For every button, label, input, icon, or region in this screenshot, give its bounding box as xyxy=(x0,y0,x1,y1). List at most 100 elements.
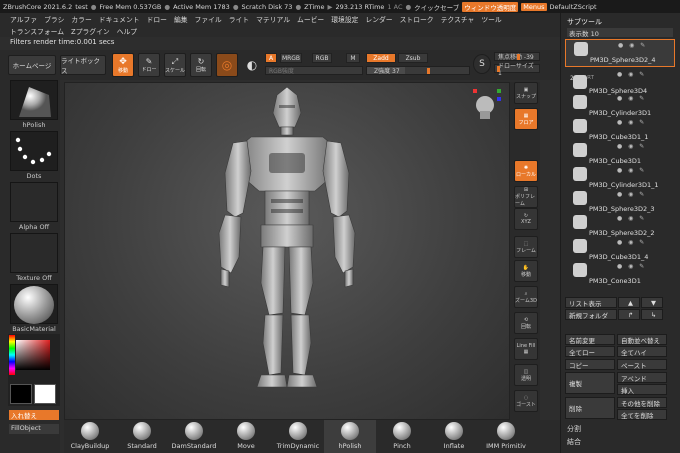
delete-all-button[interactable]: 全てを削除 xyxy=(617,409,667,420)
a-toggle[interactable]: A xyxy=(265,53,277,63)
split-section[interactable]: 分割 xyxy=(567,424,581,434)
merge-section[interactable]: 結合 xyxy=(567,437,581,447)
local-button[interactable]: ✺ ローカル xyxy=(514,160,538,182)
menu-color[interactable]: カラー xyxy=(71,14,91,24)
subtool-item-1[interactable]: ● ◉ ✎ PM3D_Sphere3D2_4 xyxy=(565,39,675,67)
menu-tool[interactable]: ツール xyxy=(481,14,501,24)
all-low-button[interactable]: 全てロー xyxy=(565,346,615,357)
zadd-toggle[interactable]: Zadd xyxy=(366,53,396,63)
rotate-view-button[interactable]: ⟲ 回転 xyxy=(514,312,538,334)
menu-light[interactable]: ライト xyxy=(229,14,249,24)
color-square[interactable] xyxy=(16,340,50,370)
all-high-button[interactable]: 全てハイ xyxy=(617,346,667,357)
list-view-button[interactable]: リスト表示 xyxy=(565,297,617,308)
menu-brush[interactable]: ブラシ xyxy=(44,14,64,24)
transparent-button[interactable]: ◫ 透明 xyxy=(514,364,538,386)
delete-others-button[interactable]: その他を削除 xyxy=(617,397,667,408)
floor-button[interactable]: ▦ フロア xyxy=(514,108,538,130)
alpha-preview[interactable] xyxy=(10,182,58,222)
zsub-toggle[interactable]: Zsub xyxy=(398,53,428,63)
m-toggle[interactable]: M xyxy=(346,53,360,63)
new-folder-button[interactable]: 新規フォルダ xyxy=(565,309,617,320)
gyro-button[interactable]: ◐ xyxy=(242,53,262,77)
rename-button[interactable]: 名前変更 xyxy=(565,334,615,345)
rgb-toggle[interactable]: RGB xyxy=(312,53,332,63)
subtool-title[interactable]: サブツール xyxy=(567,17,602,27)
menu-document[interactable]: ドキュメント xyxy=(99,14,140,24)
menu-preferences[interactable]: 環境設定 xyxy=(331,14,358,24)
append-button[interactable]: アペンド xyxy=(617,372,667,383)
menu-edit[interactable]: 編集 xyxy=(174,14,188,24)
menu-transform[interactable]: トランスフォーム xyxy=(10,26,64,36)
stroke-preview[interactable] xyxy=(10,131,58,171)
brush-claybuildup[interactable]: ClayBuildup xyxy=(64,420,116,453)
move-down-button[interactable]: ▼ xyxy=(641,297,663,308)
move-button[interactable]: ✥ 移動 xyxy=(112,53,134,77)
scale-button[interactable]: ⤢ スケール xyxy=(164,53,186,77)
menu-draw[interactable]: ドロー xyxy=(147,14,167,24)
secondary-color-swatch[interactable] xyxy=(34,384,56,404)
arrow-downright-button[interactable]: ↳ xyxy=(641,309,663,320)
ghost-button[interactable]: ◌ ゴースト xyxy=(514,390,538,412)
z-intensity-slider[interactable]: Z強度 37 xyxy=(366,66,470,75)
auto-reorder-button[interactable]: 自動並べ替え xyxy=(617,334,667,345)
menu-material[interactable]: マテリアル xyxy=(256,14,290,24)
visible-count-slider[interactable]: 表示数 10 xyxy=(567,28,673,38)
rotate-button[interactable]: ↻ 回転 xyxy=(190,53,212,77)
fill-object-button[interactable]: FillObject xyxy=(9,424,59,434)
frame-button[interactable]: ⬚ フレーム xyxy=(514,236,538,258)
draw-button[interactable]: ✎ ドロー xyxy=(138,53,160,77)
duplicate-button[interactable]: 複製 xyxy=(565,372,615,394)
brush-trimdynamic[interactable]: TrimDynamic xyxy=(272,420,324,453)
menus-button[interactable]: Menus xyxy=(521,2,547,11)
quicksave-button[interactable]: クイックセーブ xyxy=(414,2,459,12)
color-picker[interactable] xyxy=(8,334,60,406)
sculptris-button[interactable]: S xyxy=(473,54,491,74)
delete-button[interactable]: 削除 xyxy=(565,397,615,419)
brush-move[interactable]: Move xyxy=(220,420,272,453)
menu-render[interactable]: レンダー xyxy=(365,14,392,24)
menu-file[interactable]: ファイル xyxy=(195,14,222,24)
brush-damstandard[interactable]: DamStandard xyxy=(168,420,220,453)
xyz-button[interactable]: ↻ XYZ xyxy=(514,208,538,230)
lightbox-button[interactable]: ライトボックス xyxy=(60,55,106,75)
zoom3d-button[interactable]: ⌕ ズーム3D xyxy=(514,286,538,308)
insert-button[interactable]: 挿入 xyxy=(617,384,667,395)
arrow-upright-button[interactable]: ↱ xyxy=(618,309,640,320)
edit-button[interactable]: ◎ xyxy=(216,53,238,77)
menu-help[interactable]: ヘルプ xyxy=(117,26,137,36)
move-view-button[interactable]: ✋ 移動 xyxy=(514,260,538,282)
default-zscript-button[interactable]: DefaultZScript xyxy=(550,3,597,11)
brush-hpolish[interactable]: hPolish xyxy=(324,420,376,453)
polyframe-button[interactable]: ⊞ ポリフレーム xyxy=(514,186,538,208)
menu-stroke[interactable]: ストローク xyxy=(400,14,434,24)
canvas-viewport[interactable] xyxy=(64,82,510,420)
navigation-head-icon[interactable] xyxy=(473,89,501,119)
menu-texture[interactable]: テクスチャ xyxy=(441,14,475,24)
draw-size-slider[interactable]: ドローサイズ 1 xyxy=(494,63,540,77)
line-fill-button[interactable]: Line Fill ▦ xyxy=(514,338,538,360)
material-preview[interactable] xyxy=(10,284,58,324)
brush-preview[interactable] xyxy=(10,80,58,120)
brush-imm-primitive[interactable]: IMM Primitiv xyxy=(480,420,532,453)
scale-label: スケール xyxy=(165,67,186,74)
home-page-button[interactable]: ホームページ xyxy=(8,55,56,75)
swap-colors-button[interactable]: 入れ替え xyxy=(9,410,59,420)
texture-preview[interactable] xyxy=(10,233,58,273)
primary-color-swatch[interactable] xyxy=(10,384,32,404)
menu-movie[interactable]: ムービー xyxy=(297,14,324,24)
paste-button[interactable]: ペースト xyxy=(617,359,667,370)
window-transparency-button[interactable]: ウィンドウ透明度 xyxy=(462,1,519,12)
copy-button[interactable]: コピー xyxy=(565,359,615,370)
mrgb-toggle[interactable]: MRGB xyxy=(280,53,302,63)
brush-pinch[interactable]: Pinch xyxy=(376,420,428,453)
menu-alpha[interactable]: アルファ xyxy=(10,14,37,24)
menu-zplugin[interactable]: Zプラグイン xyxy=(71,26,110,36)
rgb-intensity-slider[interactable]: RGB強度 xyxy=(265,66,363,75)
snap-button[interactable]: ▣ スナップ xyxy=(514,82,538,104)
move-up-button[interactable]: ▲ xyxy=(618,297,640,308)
hue-ring[interactable] xyxy=(9,335,15,375)
brush-inflate[interactable]: Inflate xyxy=(428,420,480,453)
subtool-item-10[interactable]: ● ◉ ✎ PM3D_Cone3D1 xyxy=(565,261,675,289)
brush-standard[interactable]: Standard xyxy=(116,420,168,453)
